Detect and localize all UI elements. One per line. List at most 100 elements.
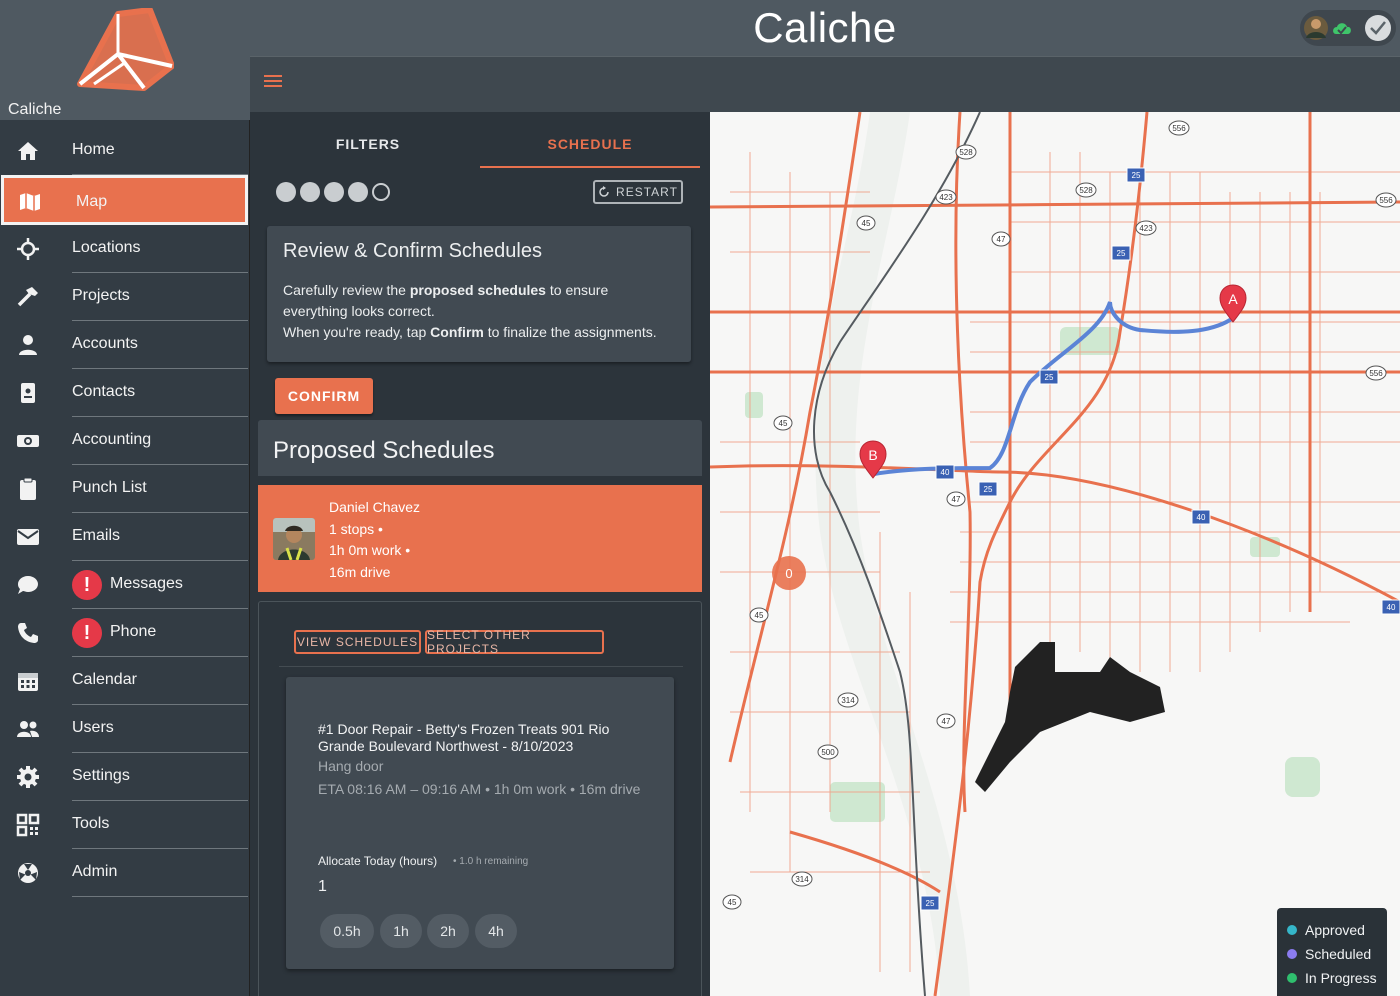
sidebar-item-label: Messages xyxy=(110,575,183,592)
sidebar-item-label: Punch List xyxy=(72,479,147,496)
route-shield: 47 xyxy=(997,235,1006,244)
status-pill[interactable] xyxy=(1300,10,1396,46)
route-shield: 556 xyxy=(1369,369,1383,378)
sidebar-item-admin[interactable]: Admin xyxy=(0,849,250,897)
tab-filters[interactable]: FILTERS xyxy=(258,112,478,168)
app-root: Caliche Home Map Locations Projects Acco… xyxy=(0,0,1400,996)
progress-stepper xyxy=(276,182,390,202)
sidebar-item-settings[interactable]: Settings xyxy=(0,753,250,801)
calendar-icon xyxy=(16,669,40,693)
sidebar-item-label: Tools xyxy=(72,815,110,832)
sidebar-item-label: Locations xyxy=(72,239,141,256)
assignee-work: 1h 0m work • xyxy=(329,542,411,558)
mail-icon xyxy=(16,525,40,549)
view-schedules-button[interactable]: VIEW SCHEDULES xyxy=(294,630,421,654)
route-shield: 40 xyxy=(1387,603,1396,612)
gear-icon xyxy=(16,765,40,789)
allocate-remaining: • 1.0 h remaining xyxy=(453,856,529,867)
sidebar-item-phone[interactable]: ! Phone xyxy=(0,609,250,657)
job-eta: ETA 08:16 AM – 09:16 AM • 1h 0m work • 1… xyxy=(318,781,641,797)
sidebar-item-users[interactable]: Users xyxy=(0,705,250,753)
route-shield: 40 xyxy=(941,468,950,477)
users-icon xyxy=(16,717,40,741)
select-other-projects-button[interactable]: SELECT OTHER PROJECTS xyxy=(425,628,604,656)
sidebar-item-emails[interactable]: Emails xyxy=(0,513,250,561)
route-shield: 25 xyxy=(1117,249,1126,258)
step-dot-current xyxy=(372,183,390,201)
route-shield: 25 xyxy=(1045,373,1054,382)
review-text-part: to finalize the assignments. xyxy=(483,324,657,340)
confirm-button[interactable]: CONFIRM xyxy=(275,378,373,414)
route-shield: 500 xyxy=(821,748,835,757)
marker-a-label: A xyxy=(1228,291,1238,307)
step-dot-complete xyxy=(300,182,320,202)
divider xyxy=(279,666,683,667)
sidebar-item-messages[interactable]: ! Messages xyxy=(0,561,250,609)
review-text-part: Carefully review the xyxy=(283,282,410,298)
sidebar-item-label: Emails xyxy=(72,527,121,544)
restart-button[interactable]: RESTART xyxy=(593,180,683,204)
route-shield: 40 xyxy=(1197,513,1206,522)
route-shield: 556 xyxy=(1379,196,1393,205)
job-title: #1 Door Repair - Betty's Frozen Treats 9… xyxy=(318,721,610,754)
divider xyxy=(72,896,248,897)
sidebar-nav: Home Map Locations Projects Accounts Con… xyxy=(0,127,250,897)
sidebar-item-label: Admin xyxy=(72,863,118,880)
brand[interactable]: Caliche xyxy=(0,0,250,120)
map-view[interactable]: 556 528 25 528 423 423 45 47 25 556 25 4… xyxy=(710,112,1400,996)
route-shield: 45 xyxy=(755,611,764,620)
check-circle-icon[interactable] xyxy=(1365,15,1391,41)
tab-schedule[interactable]: SCHEDULE xyxy=(480,112,700,168)
sidebar-item-calendar[interactable]: Calendar xyxy=(0,657,250,705)
cluster-marker[interactable]: 0 xyxy=(772,556,806,590)
sidebar-item-label: Accounting xyxy=(72,431,152,448)
avatar[interactable] xyxy=(1304,16,1328,40)
brand-name: Caliche xyxy=(8,101,62,118)
phone-icon xyxy=(16,621,40,645)
sidebar-item-accounting[interactable]: Accounting xyxy=(0,417,250,465)
marker-a[interactable]: A xyxy=(1219,284,1247,323)
allocate-chip-0-5h[interactable]: 0.5h xyxy=(320,914,374,948)
map-canvas[interactable]: 556 528 25 528 423 423 45 47 25 556 25 4… xyxy=(710,112,1400,996)
sidebar-item-tools[interactable]: Tools xyxy=(0,801,250,849)
restart-label: RESTART xyxy=(616,185,678,199)
sidebar-item-label: Users xyxy=(72,719,114,736)
review-text-part: When you're ready, tap xyxy=(283,324,431,340)
allocate-chip-2h[interactable]: 2h xyxy=(427,914,469,948)
proposed-schedules-title: Proposed Schedules xyxy=(258,420,702,476)
sidebar-item-punch-list[interactable]: Punch List xyxy=(0,465,250,513)
legend-in-progress: In Progress xyxy=(1287,966,1377,990)
job-card: #1 Door Repair - Betty's Frozen Treats 9… xyxy=(286,677,674,969)
review-title: Review & Confirm Schedules xyxy=(283,240,542,262)
allocate-value-input[interactable]: 1 xyxy=(318,878,327,896)
sidebar-item-projects[interactable]: Projects xyxy=(0,273,250,321)
review-instructions: Carefully review the proposed schedules … xyxy=(283,280,675,322)
legend-dot xyxy=(1287,925,1297,935)
sidebar-item-locations[interactable]: Locations xyxy=(0,225,250,273)
assignee-details: Daniel Chavez 1 stops • 1h 0m work • 16m… xyxy=(329,497,420,583)
route-shield: 528 xyxy=(1079,186,1093,195)
allocate-chip-4h[interactable]: 4h xyxy=(475,914,517,948)
review-card: Review & Confirm Schedules Carefully rev… xyxy=(267,226,691,362)
schedule-detail-card: VIEW SCHEDULES SELECT OTHER PROJECTS #1 … xyxy=(258,601,702,996)
legend-approved: Approved xyxy=(1287,918,1377,942)
app-title: Caliche xyxy=(753,4,897,51)
sidebar-item-contacts[interactable]: Contacts xyxy=(0,369,250,417)
home-icon xyxy=(16,139,40,163)
app-header: Caliche xyxy=(250,0,1400,56)
sidebar-item-accounts[interactable]: Accounts xyxy=(0,321,250,369)
cluster-count: 0 xyxy=(785,566,792,581)
schedule-panel: FILTERS SCHEDULE RESTART Review & Confir… xyxy=(250,112,710,996)
assignee-row[interactable]: Daniel Chavez 1 stops • 1h 0m work • 16m… xyxy=(258,485,702,592)
menu-icon[interactable] xyxy=(264,75,282,93)
route-shield: 47 xyxy=(952,495,961,504)
route-shield: 528 xyxy=(959,148,973,157)
allocate-chip-1h[interactable]: 1h xyxy=(380,914,422,948)
sidebar-item-home[interactable]: Home xyxy=(0,127,250,175)
assignee-drive: 16m drive xyxy=(329,563,391,580)
sidebar-item-label: Calendar xyxy=(72,671,137,688)
sidebar-item-map[interactable]: Map xyxy=(1,175,248,225)
step-dot-complete xyxy=(276,182,296,202)
job-task: Hang door xyxy=(318,758,384,774)
sidebar-item-label: Settings xyxy=(72,767,130,784)
